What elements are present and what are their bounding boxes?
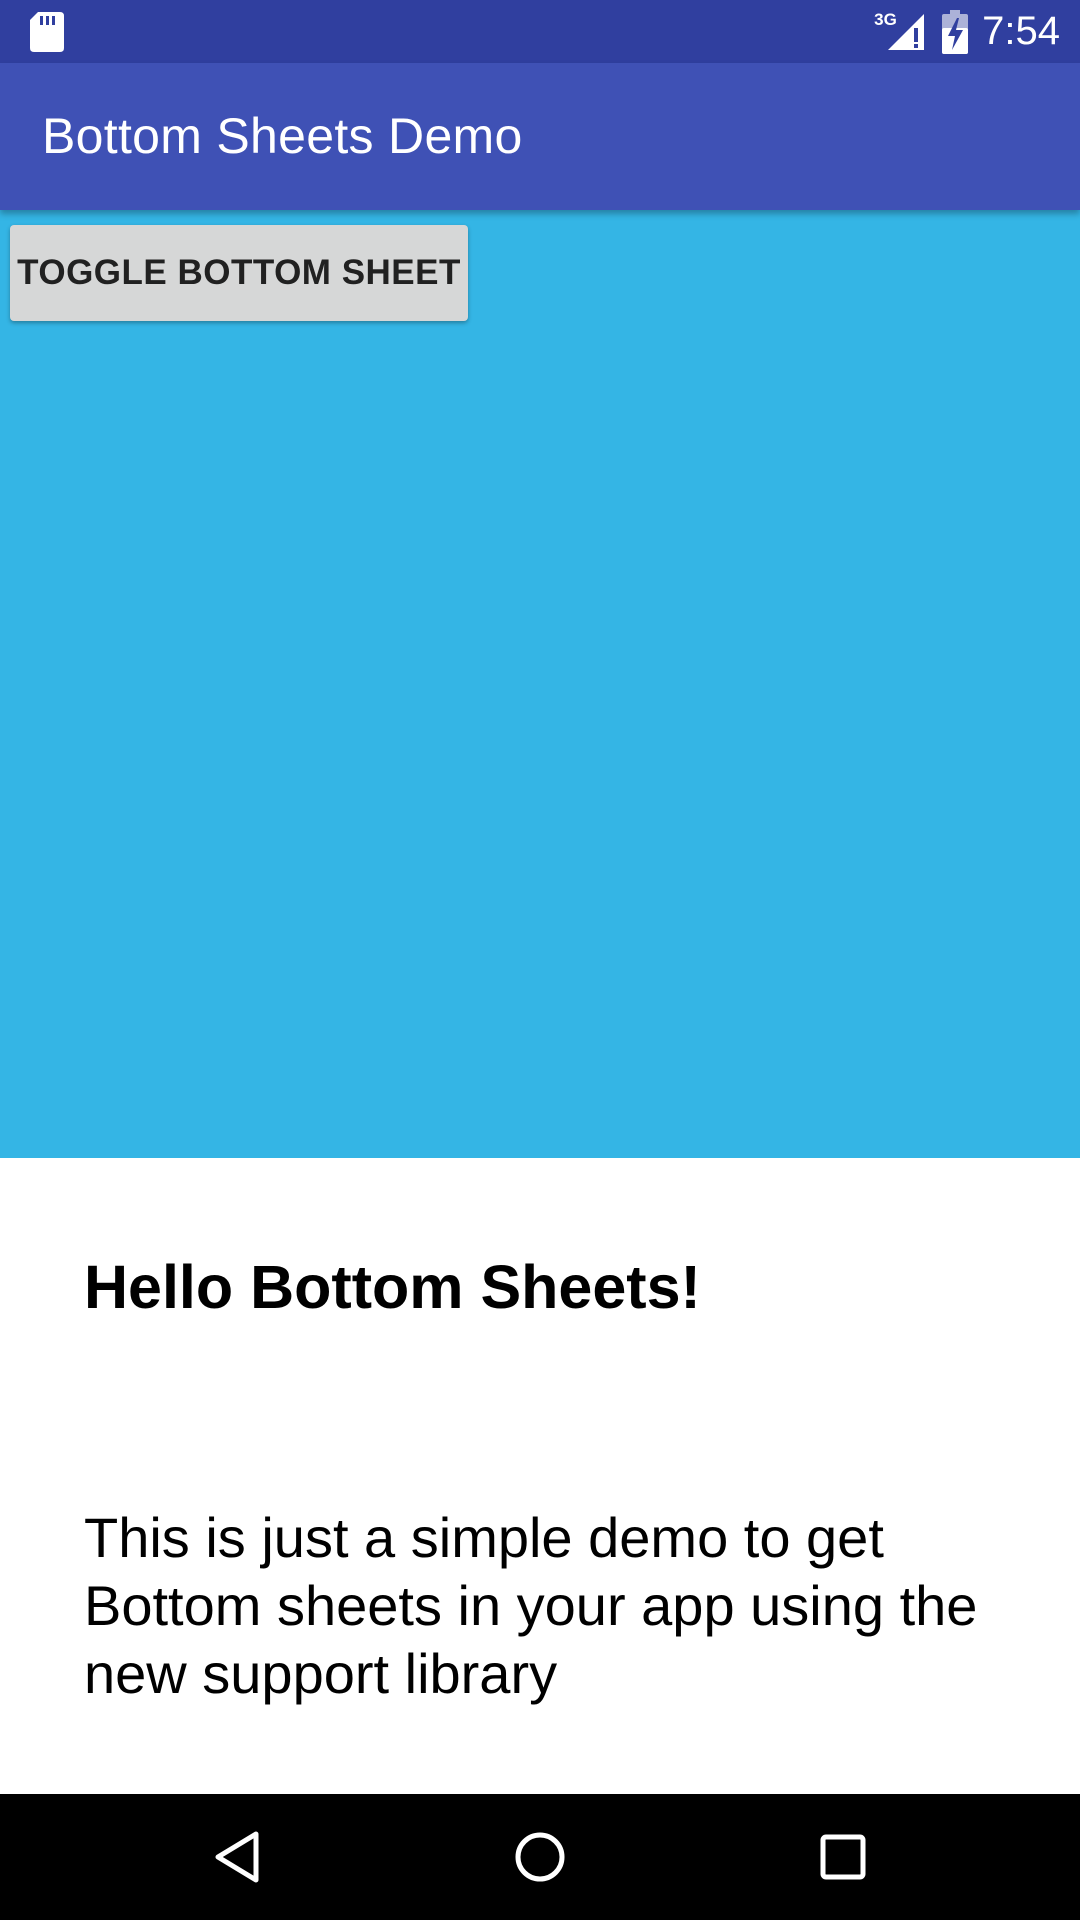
- home-button[interactable]: [477, 1794, 603, 1920]
- status-time: 7:54: [982, 9, 1060, 53]
- bottom-sheet-body: This is just a simple demo to get Bottom…: [84, 1506, 978, 1705]
- battery-charging-icon: [942, 9, 969, 54]
- bottom-sheet[interactable]: Hello Bottom Sheets! This is just a simp…: [0, 1158, 1080, 1794]
- screen: 3G 7:54 Bottom Sheets Demo TOGGLE BOTTOM…: [0, 0, 1080, 1920]
- status-icons: 3G 7:54: [874, 0, 1060, 63]
- sd-card-icon: [30, 12, 64, 52]
- toggle-bottom-sheet-button[interactable]: TOGGLE BOTTOM SHEET: [10, 225, 468, 321]
- home-icon: [515, 1832, 565, 1882]
- app-title: Bottom Sheets Demo: [42, 108, 523, 164]
- back-button[interactable]: [174, 1794, 300, 1920]
- back-icon: [215, 1831, 259, 1883]
- bottom-sheet-title: Hello Bottom Sheets!: [84, 1253, 701, 1321]
- status-bar: 3G 7:54: [0, 0, 1080, 63]
- app-bar: Bottom Sheets Demo: [0, 63, 1080, 210]
- network-type-label: 3G: [874, 9, 897, 29]
- navigation-bar: [0, 1794, 1080, 1920]
- recents-icon: [820, 1834, 866, 1880]
- signal-3g-icon: 3G: [874, 10, 928, 54]
- recents-button[interactable]: [780, 1794, 906, 1920]
